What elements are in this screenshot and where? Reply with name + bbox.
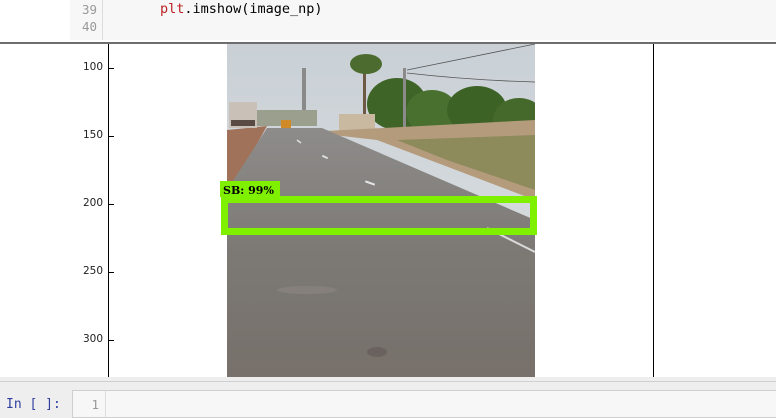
tick-mark bbox=[109, 204, 114, 205]
code-text: .imshow(image_np) bbox=[184, 1, 323, 17]
code-cell[interactable]: 39 plt.imshow(image_np) 40 bbox=[0, 0, 776, 44]
code-editor[interactable]: 1 bbox=[72, 390, 776, 418]
detection-box bbox=[221, 196, 537, 235]
code-module: plt bbox=[160, 1, 185, 17]
line-number-gutter: 1 bbox=[73, 391, 106, 417]
tick-mark bbox=[109, 136, 114, 137]
y-tick-label: 300 bbox=[82, 333, 103, 345]
y-tick-label: 100 bbox=[82, 61, 103, 73]
tick-mark bbox=[109, 68, 114, 69]
line-number: 39 bbox=[81, 2, 97, 17]
code-line[interactable]: plt.imshow(image_np) bbox=[160, 1, 323, 17]
cell-output: 100 150 200 250 300 SB: 99% bbox=[0, 44, 776, 377]
tick-mark bbox=[109, 272, 114, 273]
input-prompt: In [ ]: bbox=[6, 397, 61, 412]
line-number: 1 bbox=[91, 397, 99, 412]
code-cell[interactable]: In [ ]: 1 bbox=[0, 381, 776, 418]
y-tick-label: 200 bbox=[82, 197, 103, 209]
line-number: 40 bbox=[81, 19, 97, 34]
y-tick-label: 150 bbox=[82, 129, 103, 141]
y-tick-label: 250 bbox=[82, 265, 103, 277]
tick-mark bbox=[109, 340, 114, 341]
